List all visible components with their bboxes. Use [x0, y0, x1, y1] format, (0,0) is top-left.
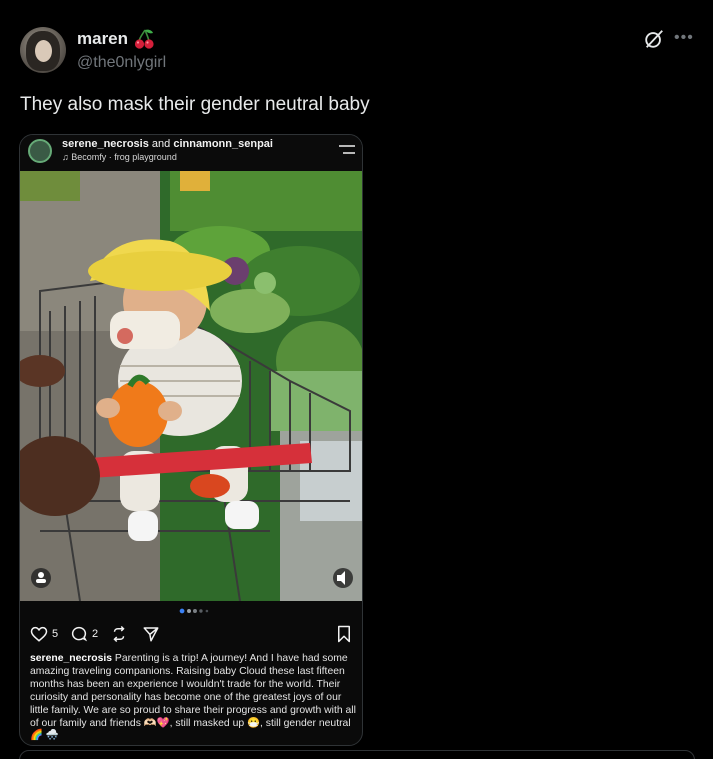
avatar-face: [35, 40, 52, 62]
share-icon: [143, 627, 159, 642]
comment-count: 2: [92, 628, 99, 640]
like-count: 5: [52, 628, 59, 640]
grok-icon[interactable]: [643, 28, 665, 50]
handle[interactable]: @the0nlygirl: [77, 54, 166, 72]
avatar[interactable]: [20, 27, 66, 73]
embedded-instagram-screenshot[interactable]: serene_necrosis and cinnamonn_senpai ♫ B…: [19, 134, 363, 746]
heart-icon: [30, 626, 48, 642]
ig-menu-icon: [339, 145, 355, 154]
baby-in-cart-photo: [20, 171, 362, 601]
ig-music-label: Becomfy · frog playground: [71, 152, 177, 162]
ig-and: and: [151, 138, 171, 150]
ig-caption: serene_necrosis Parenting is a trip! A j…: [30, 653, 358, 743]
ig-header: serene_necrosis and cinnamonn_senpai ♫ B…: [20, 135, 362, 171]
display-name[interactable]: maren: [77, 29, 128, 49]
more-icon[interactable]: •••: [674, 29, 698, 47]
caption-text: Parenting is a trip! A journey! And I ha…: [30, 653, 356, 742]
ig-usernames: serene_necrosis and cinnamonn_senpai: [62, 138, 273, 150]
ig-music-line: ♫ Becomfy · frog playground: [62, 152, 177, 162]
ig-user-1: serene_necrosis: [62, 138, 149, 150]
cherry-icon: [134, 29, 154, 49]
ig-action-bar: 5 2: [20, 623, 362, 645]
caption-username: serene_necrosis: [30, 653, 113, 664]
comment-icon: [71, 626, 88, 642]
carousel-dots: [179, 608, 209, 614]
bookmark-icon: [338, 625, 350, 643]
tweet-text: They also mask their gender neutral baby: [20, 94, 370, 115]
tweet: maren @the0nlygirl ••• They also mask th…: [0, 0, 713, 759]
ig-avatar: [28, 139, 52, 163]
repost-icon: [113, 625, 125, 643]
ig-user-2: cinnamonn_senpai: [173, 138, 273, 150]
music-note-icon: ♫: [62, 152, 72, 162]
next-card-edge: [19, 750, 695, 759]
